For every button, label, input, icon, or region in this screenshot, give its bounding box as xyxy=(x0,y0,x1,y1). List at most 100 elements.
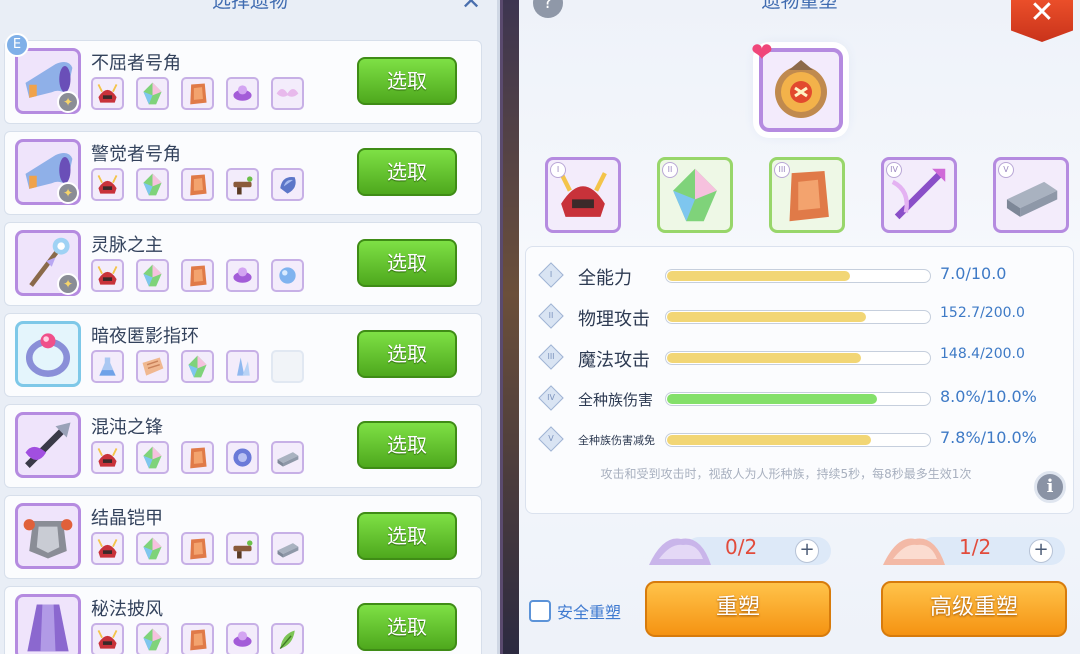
helmet-icon xyxy=(91,441,124,474)
panel-title: 选择遗物 xyxy=(211,0,288,12)
purple-orb-icon xyxy=(226,259,259,292)
stat-diamond-icon: I xyxy=(538,262,564,288)
relic-select-panel: 选择遗物 ✕ ✦ E 不屈者号角 选取 ✦ 警觉者号角 选取 ✦ 灵脉之主 选取 暗夜匿影指环 选取混… xyxy=(0,0,500,654)
crystal-icon xyxy=(136,623,169,654)
select-button[interactable]: 选取 xyxy=(357,148,457,196)
stat-row: IV 全种族伤害 8.0%/10.0% xyxy=(538,384,1060,412)
equipped-badge: E xyxy=(5,33,29,57)
selected-relic[interactable]: ❤ xyxy=(751,40,851,140)
stat-diamond-icon: IV xyxy=(538,385,564,411)
slot-roman-numeral: II xyxy=(662,162,678,178)
pink-powder-icon xyxy=(883,538,945,565)
stat-value: 152.7/200.0 xyxy=(940,305,1025,321)
close-icon[interactable]: ✕ xyxy=(456,0,486,16)
slot-roman-numeral: V xyxy=(998,162,1014,178)
stat-name: 物理攻击 xyxy=(578,309,650,330)
safe-reshape-label[interactable]: 安全重塑 xyxy=(557,599,621,623)
ingot-icon xyxy=(271,532,304,565)
slot-roman-numeral: III xyxy=(774,162,790,178)
blue-orb-icon xyxy=(271,259,304,292)
info-icon[interactable]: i xyxy=(1034,471,1066,503)
relic-name: 警觉者号角 xyxy=(91,144,181,165)
stone-icon xyxy=(181,623,214,654)
relic-list-item[interactable]: 结晶铠甲 选取 xyxy=(4,495,482,579)
helmet-icon xyxy=(91,259,124,292)
close-button[interactable]: ✕ xyxy=(1011,0,1073,42)
gem-icon xyxy=(271,168,304,201)
relic-list-item[interactable]: ✦ E 不屈者号角 选取 xyxy=(4,33,482,124)
stat-progress-fill xyxy=(667,312,867,322)
ingot-icon xyxy=(271,441,304,474)
select-button[interactable]: 选取 xyxy=(357,239,457,287)
affix-slot[interactable]: V xyxy=(993,157,1069,233)
stat-row: I 全能力 7.0/10.0 xyxy=(538,261,1060,289)
stat-diamond-icon: II xyxy=(538,303,564,329)
stat-value: 8.0%/10.0% xyxy=(940,387,1037,406)
affix-slot[interactable]: II xyxy=(657,157,733,233)
material-purple: 0/2 + xyxy=(645,529,835,569)
stat-progress-bar xyxy=(665,310,931,324)
material-count: 1/2 xyxy=(959,535,992,559)
empty-slot xyxy=(271,350,304,383)
stat-name: 全种族伤害 xyxy=(578,390,654,409)
relic-list-item[interactable]: ✦ 灵脉之主 选取 xyxy=(4,222,482,306)
enhance-badge-icon: ✦ xyxy=(57,91,79,113)
potion-icon xyxy=(91,350,124,383)
select-button[interactable]: 选取 xyxy=(357,512,457,560)
affix-slot[interactable]: I xyxy=(545,157,621,233)
relic-list-item[interactable]: ✦ 警觉者号角 选取 xyxy=(4,131,482,215)
stat-progress-bar xyxy=(665,351,931,365)
stat-value: 7.0/10.0 xyxy=(940,264,1007,283)
stat-roman-numeral: I xyxy=(549,270,553,279)
advanced-reshape-button[interactable]: 高级重塑 xyxy=(881,581,1067,637)
background-strip xyxy=(503,0,519,654)
stats-panel: I 全能力 7.0/10.0 II 物理攻击 152.7/200.0 III 魔法攻击 148.… xyxy=(525,246,1074,514)
add-material-button[interactable]: + xyxy=(795,539,819,563)
purple-powder-icon xyxy=(649,538,711,565)
crystal-icon xyxy=(136,441,169,474)
relic-name: 不屈者号角 xyxy=(91,53,181,74)
wing-icon xyxy=(271,77,304,110)
relic-list-item[interactable]: 混沌之锋 选取 xyxy=(4,404,482,488)
stat-row: II 物理攻击 152.7/200.0 xyxy=(538,302,1060,330)
crystal-icon xyxy=(136,77,169,110)
affix-slot[interactable]: IV xyxy=(881,157,957,233)
safe-reshape-checkbox[interactable] xyxy=(529,600,551,622)
stat-progress-fill xyxy=(667,353,861,363)
effect-description: 攻击和受到攻击时，视敌人为人形种族，持续5秒，每8秒最多生效1次 xyxy=(600,467,972,481)
cloak-icon xyxy=(15,594,81,654)
select-button[interactable]: 选取 xyxy=(357,603,457,651)
stat-roman-numeral: IV xyxy=(547,393,555,402)
relic-list-item[interactable]: 暗夜匿影指环 选取 xyxy=(4,313,482,397)
stone-icon xyxy=(181,77,214,110)
stat-name: 全能力 xyxy=(578,268,632,289)
stat-name: 魔法攻击 xyxy=(578,350,650,371)
select-button[interactable]: 选取 xyxy=(357,57,457,105)
gun-icon xyxy=(226,532,259,565)
stat-roman-numeral: V xyxy=(548,434,554,443)
sword-icon xyxy=(15,412,81,478)
plank-icon xyxy=(136,350,169,383)
select-button[interactable]: 选取 xyxy=(357,330,457,378)
ice-icon xyxy=(226,350,259,383)
select-button[interactable]: 选取 xyxy=(357,421,457,469)
crystal-icon xyxy=(181,350,214,383)
stat-roman-numeral: III xyxy=(547,352,555,361)
helmet-icon xyxy=(91,623,124,654)
purple-orb-icon xyxy=(226,77,259,110)
helmet-icon xyxy=(91,532,124,565)
stat-progress-bar xyxy=(665,433,931,447)
helmet-icon xyxy=(91,77,124,110)
add-material-button[interactable]: + xyxy=(1029,539,1053,563)
relic-name: 结晶铠甲 xyxy=(91,508,163,529)
stone-icon xyxy=(181,441,214,474)
affix-slot[interactable]: III xyxy=(769,157,845,233)
relic-name: 灵脉之主 xyxy=(91,235,163,256)
relic-list-item[interactable]: 秘法披风 选取 xyxy=(4,586,482,654)
stat-progress-fill xyxy=(667,394,877,404)
relic-name: 暗夜匿影指环 xyxy=(91,326,199,347)
reshape-button[interactable]: 重塑 xyxy=(645,581,831,637)
purple-orb-icon xyxy=(226,623,259,654)
enhance-badge-icon: ✦ xyxy=(57,273,79,295)
stone-icon xyxy=(181,168,214,201)
